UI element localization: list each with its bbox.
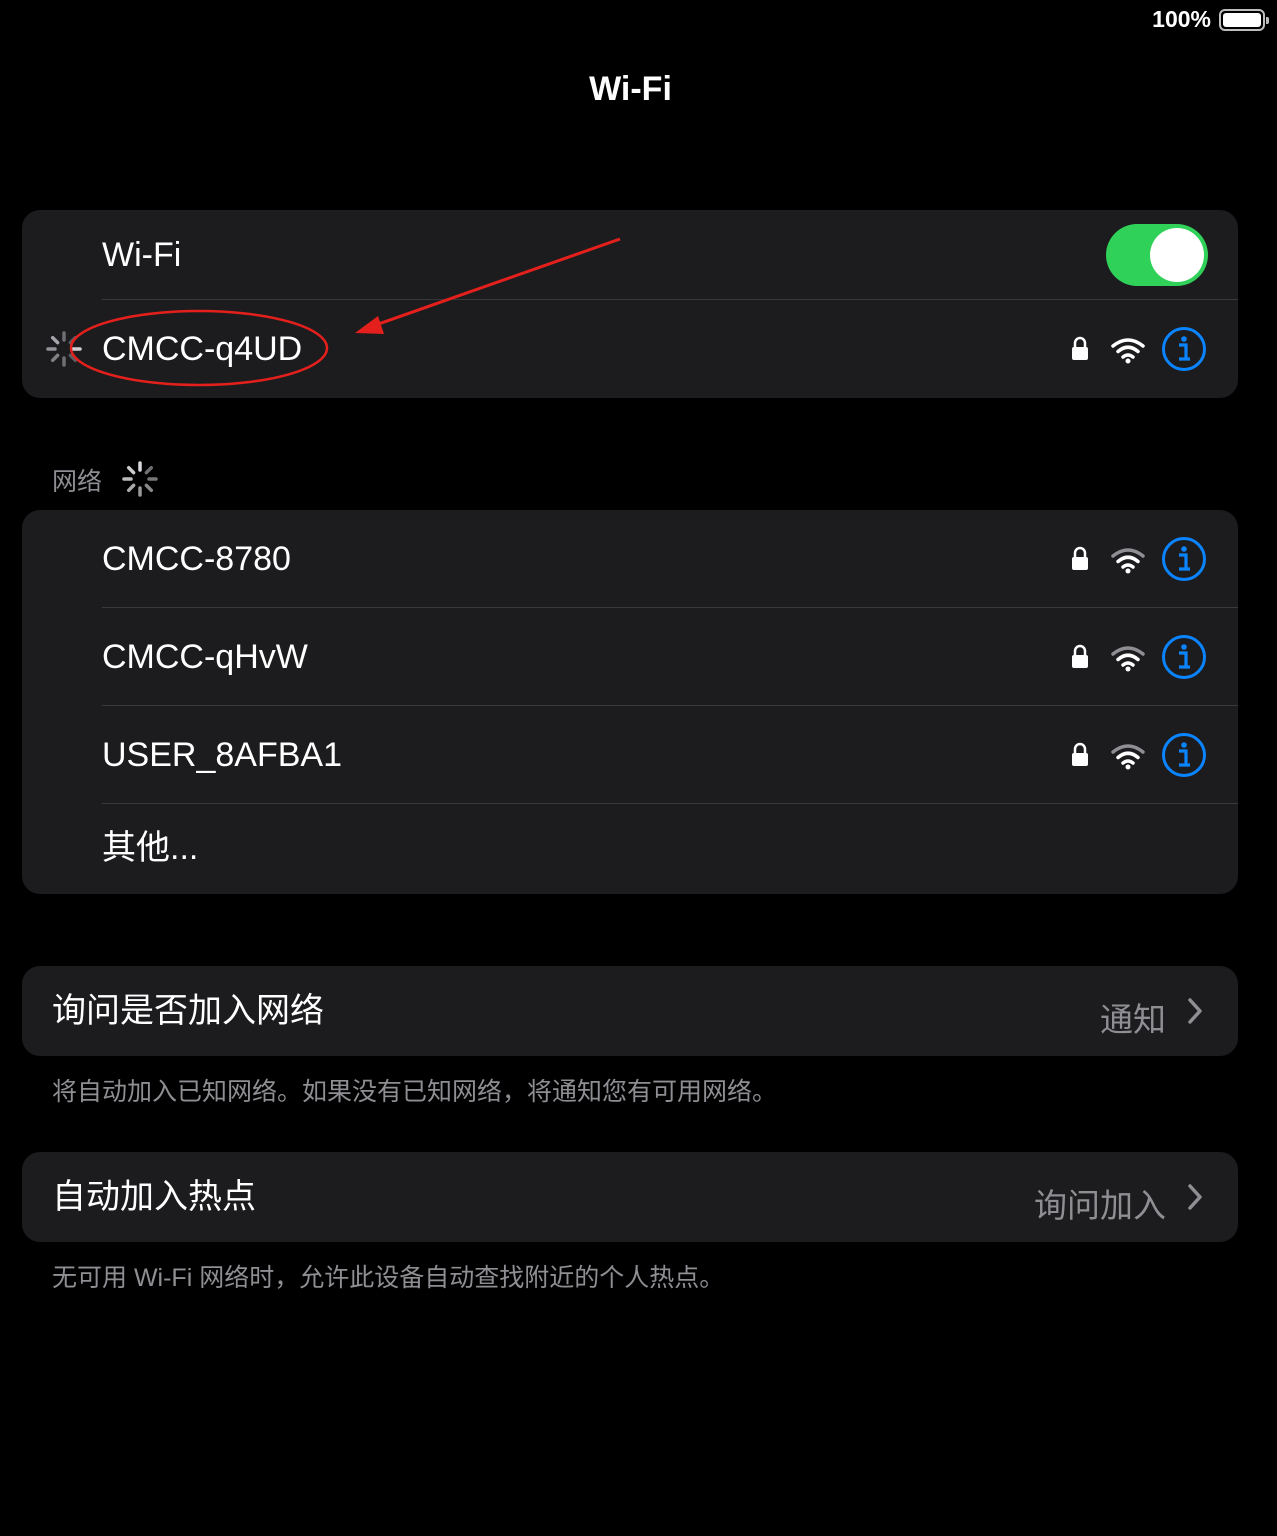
ask-to-join-row[interactable]: 询问是否加入网络 通知 [22,966,1238,1056]
wifi-toggle-label: Wi-Fi [102,236,182,274]
spinner-icon [122,461,158,497]
auto-hotspot-row[interactable]: 自动加入热点 询问加入 [22,1152,1238,1242]
ask-to-join-label: 询问是否加入网络 [52,992,324,1030]
lock-icon [1072,336,1088,360]
network-name: USER_8AFBA1 [102,736,342,774]
toggle-knob [1150,228,1204,282]
network-row[interactable]: USER_8AFBA1 [22,706,1238,803]
ask-to-join-value: 通知 [1100,1001,1166,1038]
network-row[interactable]: CMCC-qHvW [22,608,1238,705]
page-title: Wi-Fi [589,70,672,108]
auto-hotspot-label: 自动加入热点 [52,1178,256,1216]
wifi-toggle-group: Wi-Fi CMCC-q4UD [22,210,1238,398]
battery-percentage: 100% [1152,6,1211,32]
connecting-network-name: CMCC-q4UD [102,330,303,368]
ask-to-join-footnote: 将自动加入已知网络。如果没有已知网络，将通知您有可用网络。 [52,1078,778,1106]
other-network-row[interactable]: 其他... [22,804,1238,894]
wifi-signal-icon [1111,646,1145,672]
network-name: CMCC-8780 [102,540,291,578]
info-icon[interactable] [1161,536,1207,582]
info-icon[interactable] [1161,732,1207,778]
info-icon[interactable] [1161,326,1207,372]
auto-hotspot-value: 询问加入 [1034,1187,1166,1224]
wifi-toggle-row: Wi-Fi [22,210,1238,300]
chevron-right-icon [1188,1184,1202,1210]
connecting-network-row[interactable]: CMCC-q4UD [22,300,1238,398]
wifi-signal-icon [1111,338,1145,364]
wifi-toggle-switch[interactable] [1106,224,1208,286]
status-bar: 100% [977,0,1277,40]
auto-hotspot-footnote: 无可用 Wi-Fi 网络时，允许此设备自动查找附近的个人热点。 [52,1264,725,1292]
other-network-label: 其他... [102,829,199,867]
wifi-signal-icon [1111,744,1145,770]
network-name: CMCC-qHvW [102,638,308,676]
lock-icon [1072,546,1088,570]
wifi-signal-icon [1111,548,1145,574]
networks-section-header: 网络 [52,468,103,496]
networks-list: CMCC-8780 CMCC-qHvW USER_8AFBA1 其他... [22,510,1238,894]
battery-icon [1219,9,1269,31]
chevron-right-icon [1188,998,1202,1024]
info-icon[interactable] [1161,634,1207,680]
lock-icon [1072,644,1088,668]
lock-icon [1072,742,1088,766]
spinner-icon [46,331,82,367]
network-row[interactable]: CMCC-8780 [22,510,1238,607]
